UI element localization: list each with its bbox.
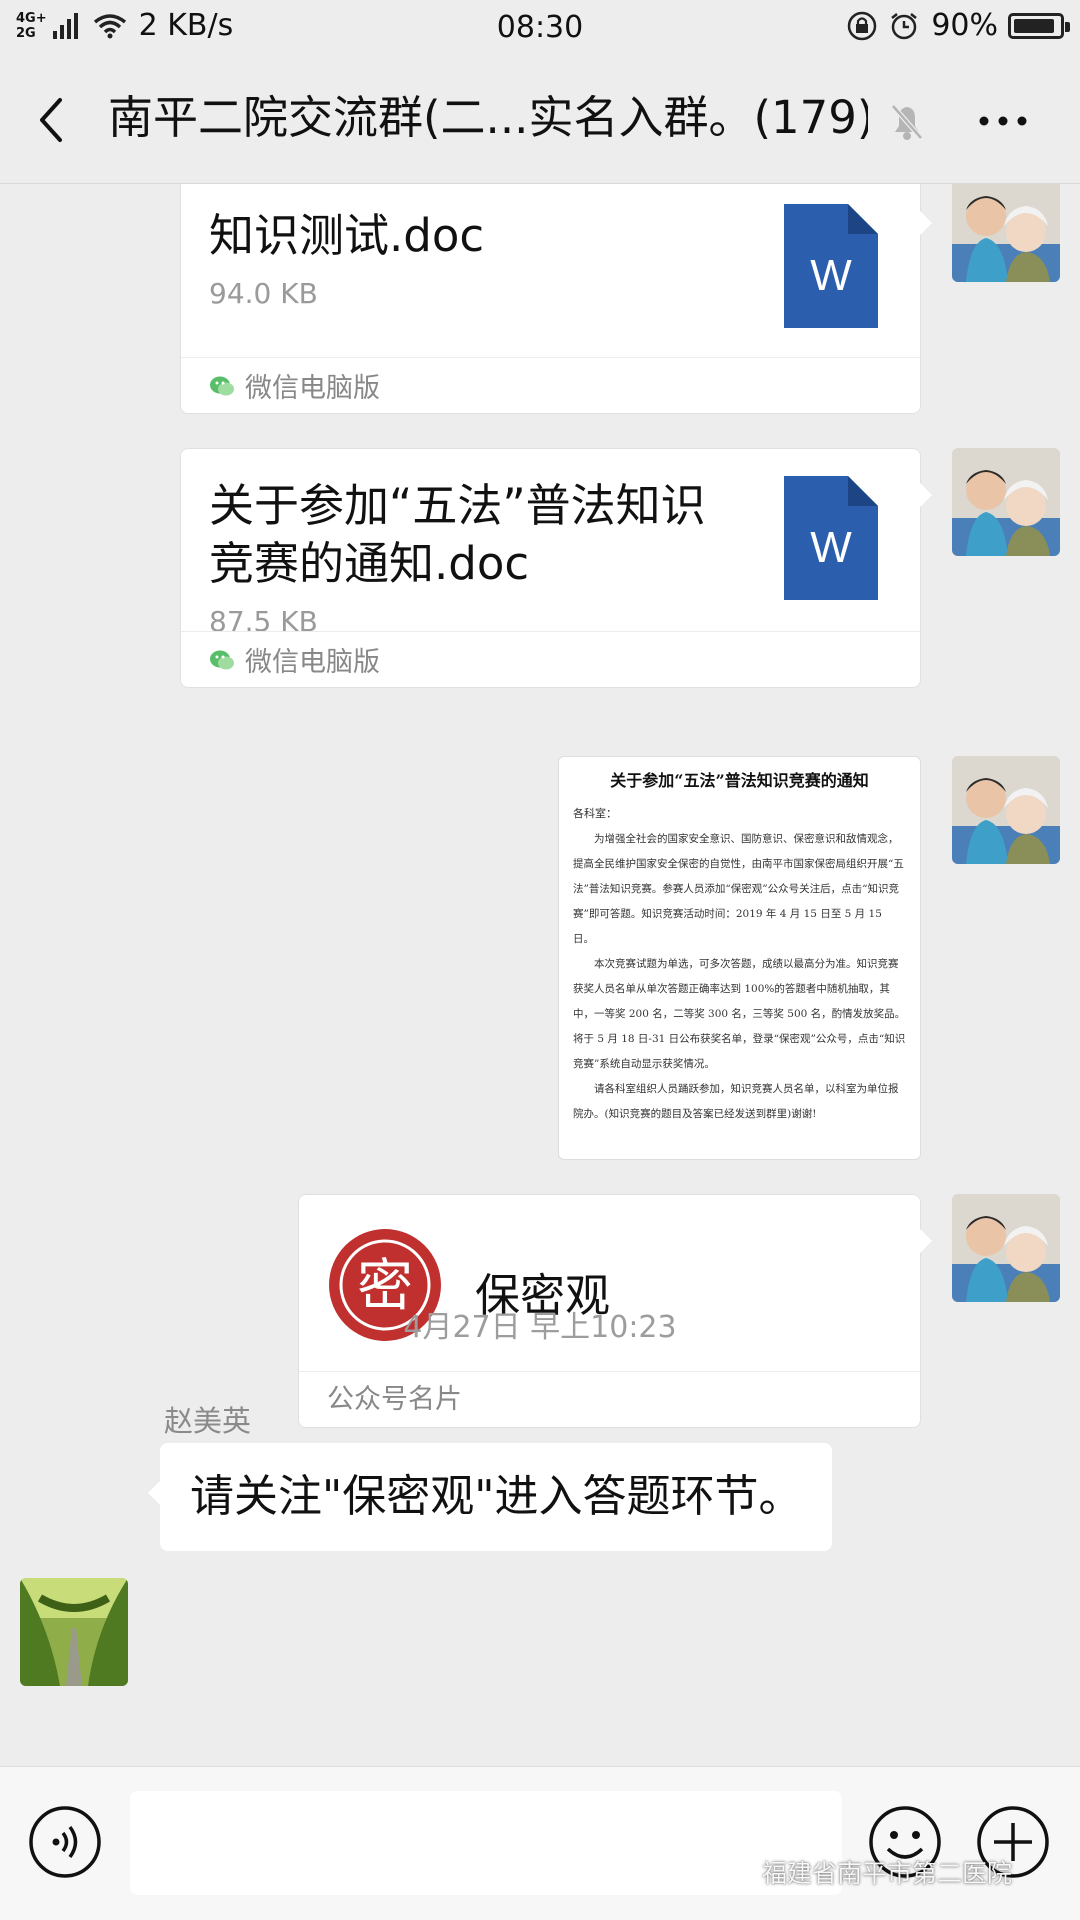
- battery-level: [1014, 18, 1054, 33]
- account-card-label: 公众号名片: [299, 1371, 920, 1427]
- word-icon-letter: W: [810, 251, 852, 300]
- doc-paragraph: 本次竞赛试题为单选，可多次答题，成绩以最高分为准。知识竞赛获奖人员名单从单次答题…: [573, 958, 906, 1070]
- watermark: 福建省南平市第二医院: [720, 1854, 1012, 1890]
- wechat-icon: [720, 1859, 753, 1884]
- file-source-label: 微信电脑版: [245, 647, 380, 678]
- avatar-photo: [952, 1194, 1060, 1302]
- doc-paragraph: 为增强全社会的国家安全意识、国防意识、保密意识和敌情观念，提高全民维护国家安全保…: [573, 833, 904, 945]
- network-type: 4G+ 2G: [16, 11, 47, 41]
- alarm-icon: [891, 12, 918, 39]
- file-message[interactable]: 关于参加“五法”普法知识竞赛的通知.doc 87.5 KB W 微信电脑版: [180, 448, 932, 688]
- network-type-bottom: 2G: [16, 25, 36, 41]
- back-arrow-icon[interactable]: [30, 92, 80, 148]
- title-bar: 南平二院交流群(二...实名入群。(179): [0, 56, 1080, 184]
- doc-paragraph: 请各科室组织人员踊跃参加，知识竞赛人员名单，以科室为单位报院办。(知识竞赛的题目…: [573, 1083, 899, 1120]
- mute-bell-icon: [891, 104, 923, 140]
- word-file-icon: W: [784, 476, 878, 600]
- file-size: 94.0 KB: [209, 277, 318, 310]
- avatar-photo: [952, 448, 1060, 556]
- wechat-icon: [210, 376, 234, 395]
- file-source: 微信电脑版: [181, 357, 920, 413]
- more-icon[interactable]: [972, 96, 1034, 146]
- avatar-photo: [952, 756, 1060, 864]
- sender-name: 赵美英: [164, 1404, 252, 1438]
- text-message[interactable]: 请关注"保密观"进入答题环节。: [147, 1443, 833, 1551]
- battery-percent: 90%: [931, 8, 998, 43]
- avatar[interactable]: [952, 448, 1060, 556]
- file-name: 知识测试.doc: [209, 209, 485, 262]
- doc-greeting: 各科室：: [573, 807, 617, 820]
- avatar-photo: [952, 184, 1060, 282]
- avatar[interactable]: [952, 1194, 1060, 1302]
- input-bar: [0, 1766, 1080, 1920]
- message-timestamp: 4月27日 早上10:23: [403, 1310, 677, 1345]
- avatar[interactable]: [952, 184, 1060, 282]
- avatar[interactable]: [952, 756, 1060, 864]
- wifi-icon: [93, 13, 126, 38]
- watermark-text: 福建省南平市第二医院: [762, 1859, 1013, 1888]
- lock-rotate-icon: [848, 11, 877, 40]
- status-right: 90%: [847, 8, 1070, 43]
- chat-title: 南平二院交流群(二...实名入群。(179): [108, 91, 868, 144]
- avatar[interactable]: [20, 1578, 128, 1686]
- avatar-photo: [20, 1578, 128, 1686]
- file-message[interactable]: 知识测试.doc 94.0 KB W 微信电脑版: [180, 184, 932, 414]
- doc-title: 关于参加“五法”普法知识竞赛的通知: [610, 771, 869, 790]
- battery-icon: [1008, 12, 1070, 39]
- wechat-icon: [210, 650, 234, 669]
- word-file-icon: W: [784, 204, 878, 328]
- file-name: 关于参加“五法”普法知识竞赛的通知.doc: [209, 479, 706, 590]
- file-source: 微信电脑版: [181, 631, 920, 687]
- status-bar: 4G+ 2G 2 KB/s 08:30 90%: [0, 0, 1080, 56]
- status-left: 4G+ 2G 2 KB/s: [16, 8, 233, 43]
- network-speed: 2 KB/s: [138, 8, 234, 43]
- image-message[interactable]: 关于参加“五法”普法知识竞赛的通知 各科室： 为增强全社会的国家安全意识、国防意…: [558, 756, 921, 1160]
- network-type-top: 4G+: [16, 10, 47, 26]
- word-icon-letter: W: [810, 523, 852, 572]
- file-source-label: 微信电脑版: [245, 373, 380, 404]
- voice-icon[interactable]: [28, 1805, 102, 1879]
- signal-icon: [52, 12, 81, 39]
